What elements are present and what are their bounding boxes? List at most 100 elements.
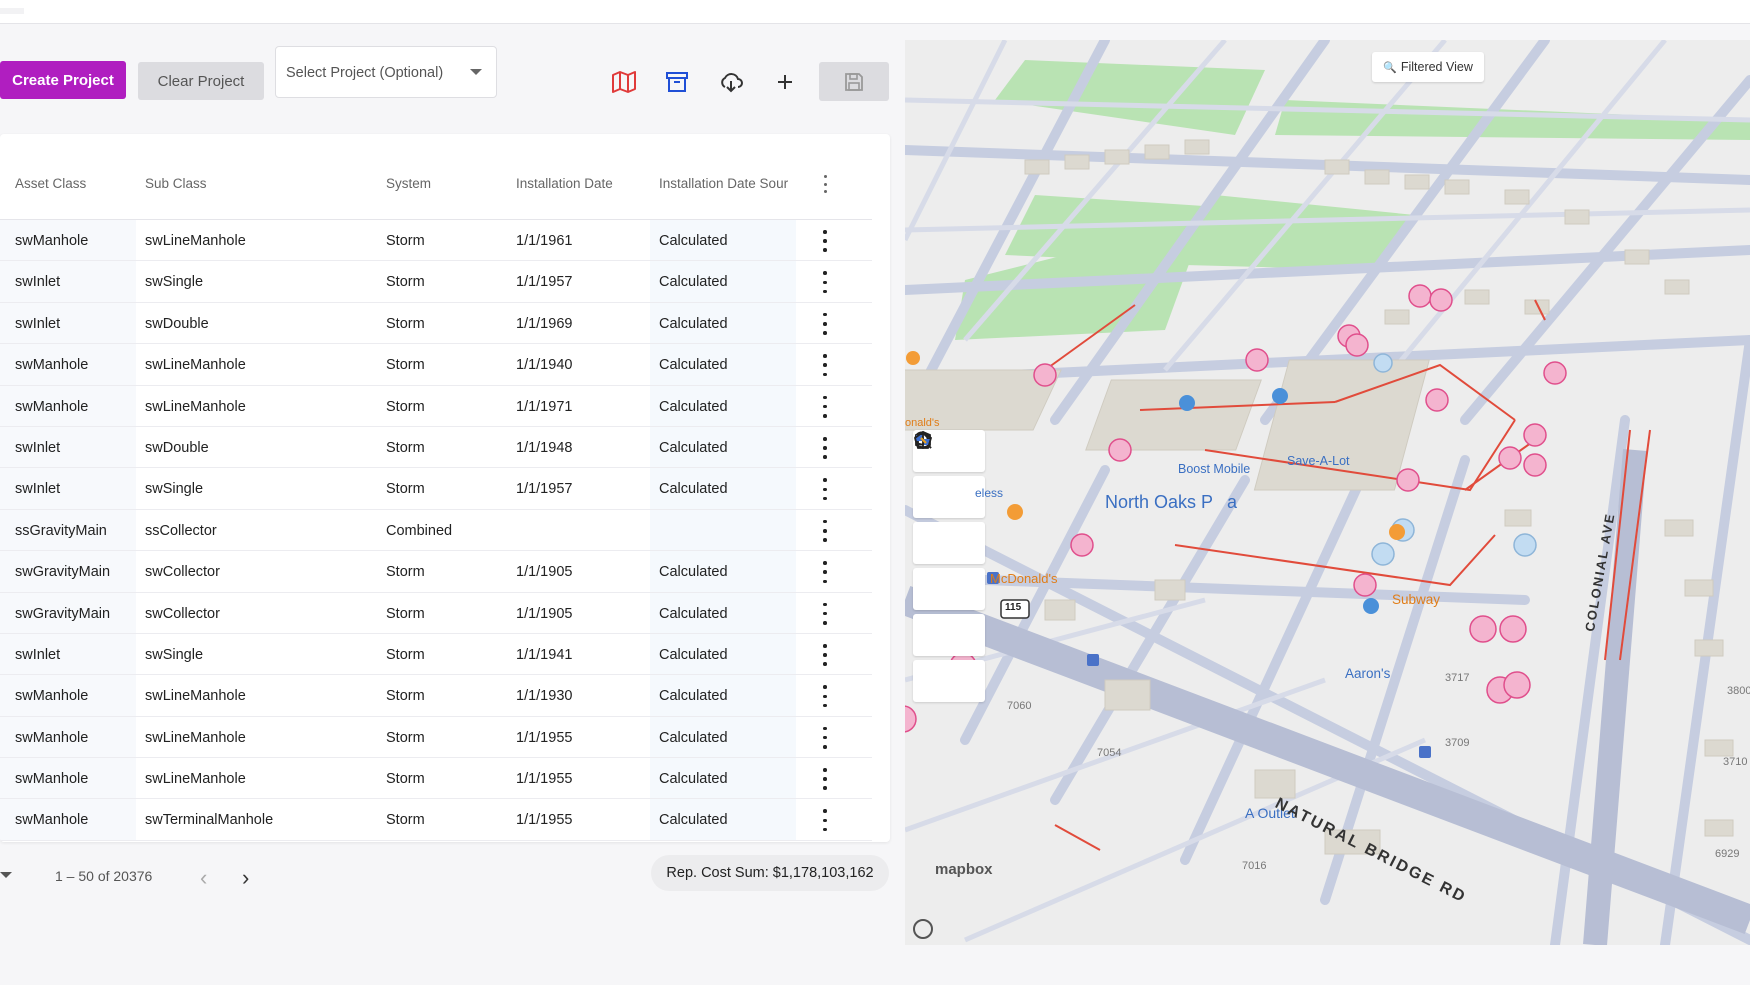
cell-sub-class: swLineManhole — [145, 398, 246, 415]
table-row[interactable]: swGravityMain swCollector Storm 1/1/1905 Cal… — [0, 592, 872, 634]
table-row[interactable]: swManhole swLineManhole Storm 1/1/1955 Calcu… — [0, 716, 872, 759]
cell-sub-class: swDouble — [145, 315, 209, 332]
project-select[interactable]: Select Project (Optional) — [275, 46, 497, 98]
map-label-aarons: Aaron's — [1345, 666, 1391, 681]
row-menu-icon[interactable] — [821, 354, 829, 377]
plus-icon[interactable] — [771, 68, 799, 96]
cell-installation-date-source: Calculated — [659, 729, 728, 746]
zoom-out-icon[interactable] — [913, 431, 985, 564]
row-menu-icon[interactable] — [821, 809, 829, 832]
filtered-view-label: Filtered View — [1400, 60, 1473, 74]
cell-system: Storm — [386, 729, 425, 746]
clear-project-button[interactable]: Clear Project — [138, 62, 264, 100]
archive-icon[interactable] — [663, 68, 691, 96]
cloud-download-icon[interactable] — [717, 68, 745, 96]
map-label-6929: 6929 — [1715, 848, 1740, 860]
cell-installation-date-source: Calculated — [659, 646, 728, 663]
table-row[interactable]: ssGravityMain ssCollector Combined — [0, 509, 872, 552]
search-icon: 🔍 — [1383, 61, 1397, 74]
table-row[interactable]: swManhole swTerminalManhole Storm 1/1/1955 C… — [0, 799, 872, 841]
cell-system: Storm — [386, 771, 425, 788]
column-header-system[interactable]: System — [386, 176, 431, 191]
table-row[interactable]: swManhole swLineManhole Storm 1/1/1930 Calcu… — [0, 675, 872, 717]
table-row[interactable]: swInlet swDouble Storm 1/1/1969 Calculated — [0, 302, 872, 345]
table-row[interactable]: swManhole swLineManhole Storm 1/1/1940 Calcu… — [0, 344, 872, 386]
row-menu-icon[interactable] — [821, 312, 829, 335]
map-label-less-partial: eless — [975, 486, 1004, 500]
column-header-asset-class[interactable]: Asset Class — [15, 176, 86, 191]
polygon-icon[interactable] — [913, 430, 985, 702]
column-header-installation-date-source[interactable]: Installation Date Sour — [659, 176, 797, 191]
row-menu-icon[interactable] — [821, 230, 829, 252]
cell-system: Storm — [386, 688, 425, 705]
row-menu-icon[interactable] — [821, 726, 829, 749]
row-menu-icon[interactable] — [821, 561, 829, 584]
cell-sub-class: swLineManhole — [145, 771, 246, 788]
row-menu-icon[interactable] — [821, 685, 829, 708]
next-page-icon[interactable]: › — [242, 865, 249, 891]
cell-installation-date-source: Calculated — [659, 688, 728, 705]
table-row[interactable]: swInlet swSingle Storm 1/1/1957 Calculated — [0, 468, 872, 510]
3d-view-icon[interactable] — [913, 431, 985, 610]
filtered-view-badge[interactable]: 🔍 Filtered View — [1372, 52, 1484, 82]
cell-installation-date: 1/1/1957 — [516, 481, 573, 498]
map-label-3717: 3717 — [1445, 672, 1470, 684]
cell-installation-date-source: Calculated — [659, 315, 728, 332]
map-icon[interactable] — [610, 68, 638, 96]
cell-system: Storm — [386, 233, 425, 249]
row-menu-icon[interactable] — [821, 395, 829, 418]
route-115-shield: 115 — [1005, 602, 1022, 613]
cell-sub-class: swLineManhole — [145, 233, 246, 249]
column-menu-icon[interactable] — [821, 175, 829, 193]
previous-page-icon[interactable]: ‹ — [200, 865, 207, 891]
cell-asset-class: swInlet — [15, 646, 61, 663]
page-size-dropdown-icon[interactable] — [0, 872, 12, 878]
column-header-sub-class[interactable]: Sub Class — [145, 176, 207, 191]
cell-installation-date-source: Calculated — [659, 564, 728, 581]
cell-installation-date: 1/1/1961 — [516, 233, 573, 249]
table-row[interactable]: swManhole swLineManhole Storm 1/1/1961 Calcu… — [0, 220, 872, 262]
satellite-icon[interactable] — [913, 435, 985, 656]
cell-installation-date-source: Calculated — [659, 439, 728, 456]
map-label-7060: 7060 — [1007, 700, 1032, 712]
cell-sub-class: ssCollector — [145, 522, 217, 539]
cell-system: Storm — [386, 274, 425, 291]
create-project-button[interactable]: Create Project — [0, 61, 126, 99]
table-row[interactable]: swGravityMain swCollector Storm 1/1/1905 Cal… — [0, 551, 872, 593]
column-header-installation-date[interactable]: Installation Date — [516, 176, 613, 191]
cell-asset-class: swGravityMain — [15, 605, 111, 622]
row-menu-icon[interactable] — [821, 643, 829, 666]
row-menu-icon[interactable] — [821, 271, 829, 294]
cell-system: Storm — [386, 605, 425, 622]
map-canvas[interactable] — [905, 40, 1750, 945]
table-row[interactable]: swInlet swDouble Storm 1/1/1948 Calculated — [0, 426, 872, 469]
row-menu-icon[interactable] — [821, 519, 829, 542]
table-row[interactable]: swInlet swSingle Storm 1/1/1957 Calculated — [0, 261, 872, 303]
cell-sub-class: swSingle — [145, 274, 204, 291]
table-footer: 1 – 50 of 20376 ‹ › Rep. Cost Sum: $1,17… — [0, 855, 900, 895]
cell-sub-class: swCollector — [145, 564, 220, 581]
row-menu-icon[interactable] — [821, 436, 829, 459]
map-view[interactable]: 🔍 Filtered View North Oaks P a Boost Mob… — [905, 40, 1750, 945]
map-label-save-a-lot: Save-A-Lot — [1287, 454, 1350, 468]
row-menu-icon[interactable] — [821, 478, 829, 501]
cell-sub-class: swLineManhole — [145, 357, 246, 374]
map-label-boost-mobile: Boost Mobile — [1178, 462, 1251, 476]
row-menu-icon[interactable] — [821, 768, 829, 791]
mapbox-logo[interactable]: mapbox — [935, 861, 993, 878]
table-row[interactable]: swInlet swSingle Storm 1/1/1941 Calculated — [0, 633, 872, 676]
table-row[interactable]: swManhole swLineManhole Storm 1/1/1971 Calcu… — [0, 385, 872, 427]
cell-installation-date-source: Calculated — [659, 398, 728, 415]
cell-sub-class: swSingle — [145, 481, 204, 498]
row-menu-icon[interactable] — [821, 602, 829, 625]
cell-sub-class: swDouble — [145, 439, 209, 456]
cell-system: Storm — [386, 357, 425, 374]
map-label-7016: 7016 — [1242, 860, 1267, 872]
map-label-donalds-partial: onald's — [905, 417, 940, 429]
save-icon — [845, 72, 863, 91]
save-button[interactable] — [819, 62, 889, 101]
cell-installation-date: 1/1/1930 — [516, 688, 573, 705]
table-row[interactable]: swManhole swLineManhole Storm 1/1/1955 Calcu… — [0, 758, 872, 800]
table-header: Asset Class Sub Class System Installatio… — [0, 134, 872, 220]
cell-asset-class: swManhole — [15, 771, 89, 788]
